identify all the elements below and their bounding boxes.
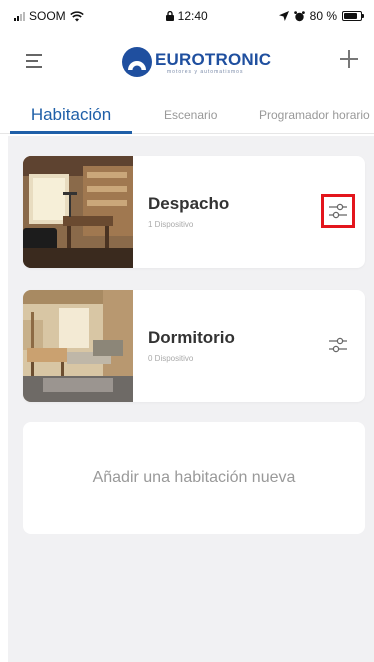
add-room-button[interactable]: Añadir una habitación nueva <box>23 422 365 534</box>
logo-subtitle: motores y automatismos <box>167 68 244 75</box>
room-device-count: 1 Dispositivo <box>148 220 194 229</box>
battery-percent: 80 % <box>309 9 337 23</box>
logo-text: EUROTRONIC <box>155 49 272 69</box>
location-icon <box>278 11 289 21</box>
room-photo-despacho <box>23 156 133 268</box>
room-settings-button[interactable] <box>321 194 355 228</box>
tab-habitacion[interactable]: Habitación <box>10 96 132 134</box>
status-bar: SOOM 12:40 80 % <box>0 0 374 36</box>
room-list: Despacho 1 Dispositivo Dormitorio 0 Disp… <box>8 136 374 662</box>
logo-mark-icon <box>122 47 152 77</box>
room-card-despacho[interactable]: Despacho 1 Dispositivo <box>23 156 365 268</box>
sliders-icon <box>329 203 347 219</box>
room-photo-dormitorio <box>23 290 133 402</box>
tab-escenario[interactable]: Escenario <box>164 96 217 133</box>
lock-icon <box>166 10 175 21</box>
room-device-count: 0 Dispositivo <box>148 354 194 363</box>
room-name: Despacho <box>148 194 230 213</box>
brand-logo: EUROTRONIC motores y automatismos <box>121 46 271 78</box>
battery-icon <box>342 11 364 21</box>
hamburger-menu-icon[interactable] <box>26 54 44 68</box>
plus-icon[interactable] <box>338 48 360 70</box>
status-right: 80 % <box>278 9 364 23</box>
room-card-dormitorio[interactable]: Dormitorio 0 Dispositivo <box>23 290 365 402</box>
tab-programador-horario[interactable]: Programador horario <box>259 96 374 133</box>
room-name: Dormitorio <box>148 328 235 347</box>
alarm-icon <box>293 10 305 21</box>
app-header: EUROTRONIC motores y automatismos <box>0 36 374 86</box>
tab-bar: Habitación Escenario Programador horario <box>0 96 374 134</box>
sliders-icon <box>329 337 347 353</box>
room-settings-button[interactable] <box>321 328 355 362</box>
status-time: 12:40 <box>177 9 208 23</box>
